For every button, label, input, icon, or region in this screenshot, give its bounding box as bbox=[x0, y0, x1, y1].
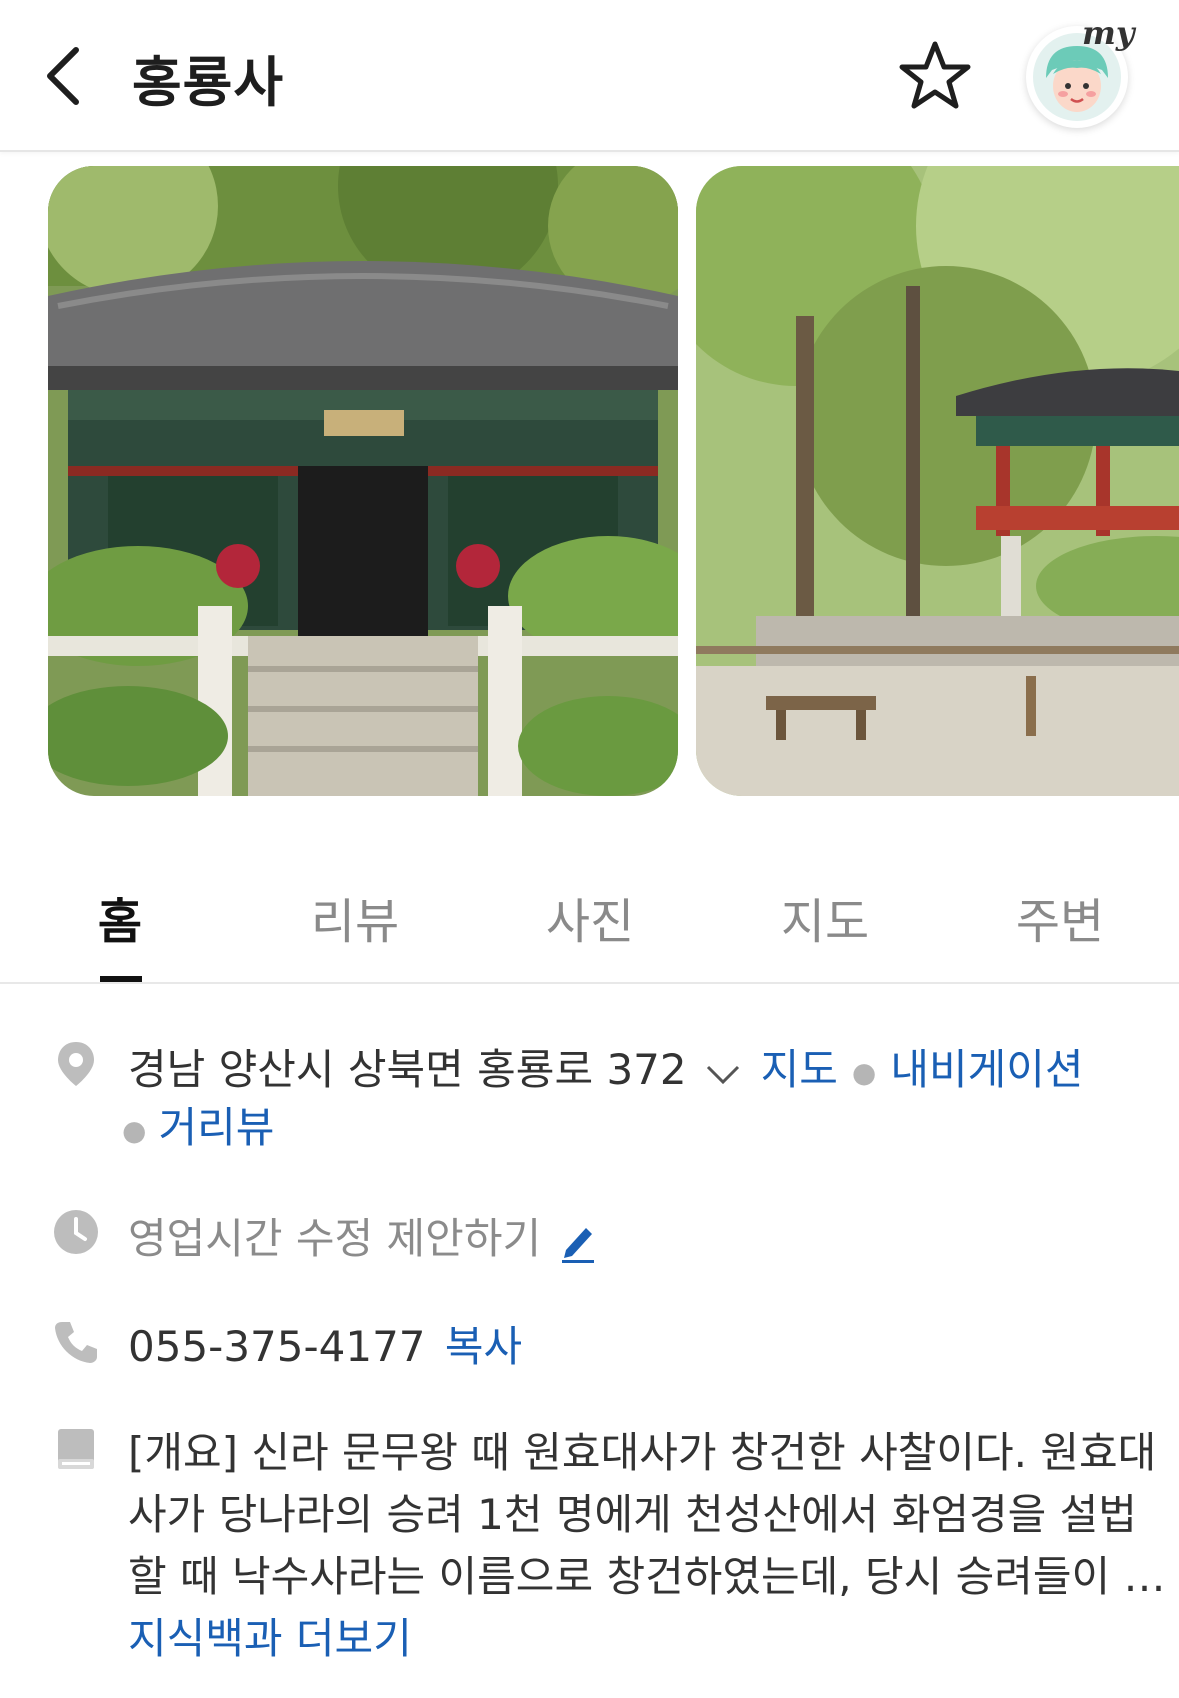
back-button[interactable] bbox=[38, 36, 98, 116]
hours-suggest-text: 영업시간 수정 제안하기 bbox=[128, 1214, 542, 1263]
phone-row: 055-375-4177 복사 bbox=[128, 1313, 522, 1374]
tab-home[interactable]: 홈 bbox=[30, 882, 210, 952]
star-outline-icon bbox=[899, 41, 971, 109]
phone-number[interactable]: 055-375-4177 bbox=[128, 1322, 426, 1371]
description-block: [개요] 신라 문무왕 때 원효대사가 창건한 사찰이다. 원효대 사가 당나라… bbox=[128, 1422, 1166, 1670]
copy-phone-button[interactable]: 복사 bbox=[445, 1322, 522, 1371]
navigation-link[interactable]: 내비게이션 bbox=[890, 1045, 1083, 1094]
location-pin-icon bbox=[58, 1042, 94, 1086]
address-text: 경남 양산시 상북면 홍룡로 372 bbox=[128, 1045, 687, 1094]
photo-carousel[interactable] bbox=[0, 166, 1179, 798]
tab-photos[interactable]: 사진 bbox=[500, 882, 680, 952]
my-badge: my bbox=[1082, 14, 1135, 52]
encyclopedia-more-link[interactable]: 지식백과 더보기 bbox=[128, 1608, 1138, 1670]
active-tab-indicator bbox=[100, 976, 142, 982]
temple-pavilion-image bbox=[696, 166, 1179, 796]
tab-bar: 홈 리뷰 사진 지도 주변 bbox=[0, 850, 1179, 984]
temple-main-hall-photo[interactable] bbox=[48, 166, 678, 796]
phone-icon bbox=[55, 1322, 97, 1363]
streetview-link[interactable]: 거리뷰 bbox=[158, 1103, 274, 1152]
hours-row[interactable]: 영업시간 수정 제안하기 bbox=[128, 1205, 598, 1266]
book-icon bbox=[58, 1429, 94, 1469]
pencil-edit-icon bbox=[562, 1227, 595, 1263]
separator-dot: ● bbox=[851, 1056, 877, 1089]
my-profile-avatar[interactable]: my bbox=[1026, 14, 1134, 128]
description-line: [개요] 신라 문무왕 때 원효대사가 창건한 사찰이다. 원효대 bbox=[128, 1428, 1157, 1477]
temple-pavilion-forest-photo[interactable] bbox=[696, 166, 1179, 796]
chevron-left-icon bbox=[47, 47, 79, 105]
tab-map[interactable]: 지도 bbox=[735, 882, 915, 952]
description-line: 할 때 낙수사라는 이름으로 창건하였는데, 당시 승려들이 … bbox=[128, 1552, 1166, 1601]
page-title: 홍룡사 bbox=[132, 51, 285, 114]
tab-reviews[interactable]: 리뷰 bbox=[265, 882, 445, 952]
address-expand-button[interactable] bbox=[705, 1048, 741, 1097]
map-link[interactable]: 지도 bbox=[761, 1045, 838, 1094]
tab-nearby[interactable]: 주변 bbox=[970, 882, 1150, 952]
chevron-down-icon bbox=[706, 1065, 739, 1085]
favorite-button[interactable] bbox=[895, 36, 975, 116]
address-row-2: ● 거리뷰 bbox=[122, 1094, 274, 1155]
description-line: 사가 당나라의 승려 1천 명에게 천성산에서 화엄경을 설법 bbox=[128, 1490, 1137, 1539]
temple-main-hall-image bbox=[48, 166, 678, 796]
separator-dot: ● bbox=[122, 1114, 147, 1147]
clock-icon bbox=[54, 1210, 98, 1254]
app-header: 홍룡사 my bbox=[0, 0, 1179, 152]
address-row: 경남 양산시 상북면 홍룡로 372 지도 ● 내비게이션 bbox=[128, 1036, 1084, 1097]
